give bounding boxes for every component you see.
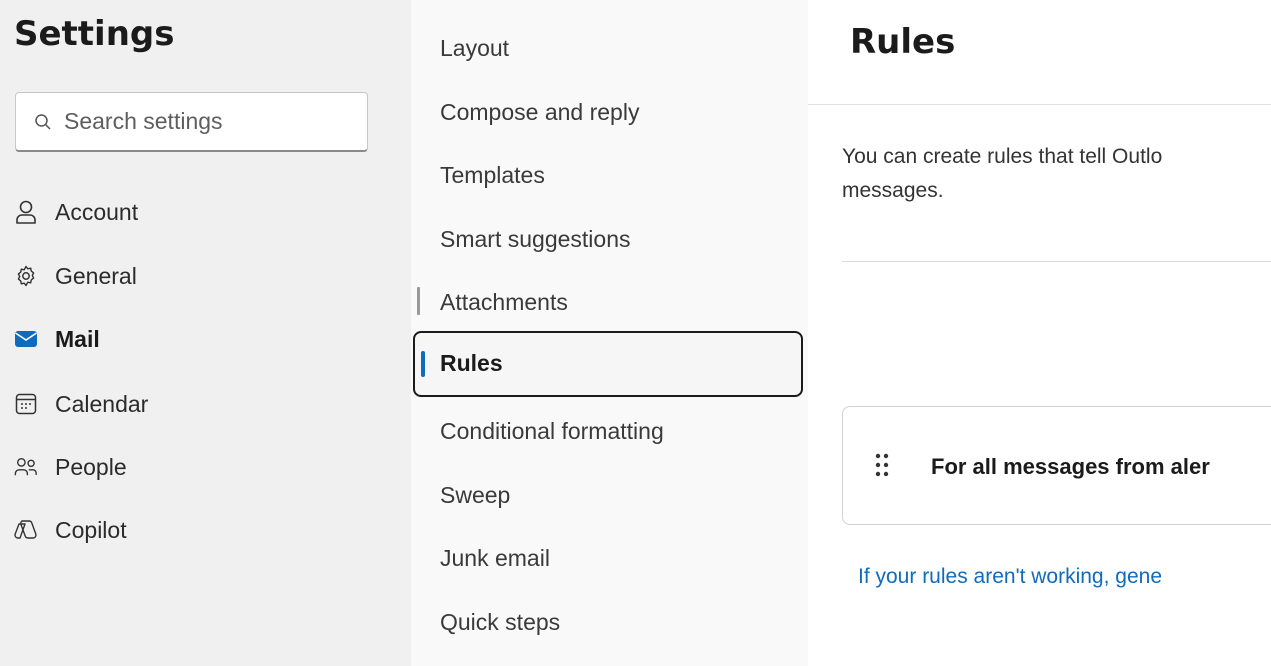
nav-label-general: General (55, 262, 137, 289)
nav-item-account[interactable]: Account (14, 192, 138, 232)
search-box[interactable] (15, 92, 368, 152)
rule-name: For all messages from aler (931, 454, 1210, 479)
subnav-item-smart-suggestions[interactable]: Smart suggestions (440, 222, 630, 256)
nav-item-people[interactable]: People (14, 447, 127, 487)
nav-item-copilot[interactable]: Copilot (14, 510, 127, 550)
subnav-item-attachments[interactable]: Attachments (440, 285, 568, 319)
subnav-item-templates[interactable]: Templates (440, 158, 545, 192)
mail-settings-pane: Layout Compose and reply Templates Smart… (411, 0, 808, 666)
gear-icon (14, 264, 38, 288)
subnav-label-rules: Rules (440, 350, 503, 376)
settings-nav-pane: Settings Account General Mail Calendar (0, 0, 411, 666)
nav-label-people: People (55, 453, 127, 480)
subnav-item-layout[interactable]: Layout (440, 31, 509, 65)
subnav-item-compose-and-reply[interactable]: Compose and reply (440, 95, 639, 129)
rules-content-pane: Rules You can create rules that tell Out… (808, 0, 1271, 666)
nav-label-copilot: Copilot (55, 516, 127, 543)
calendar-icon (14, 392, 38, 416)
subnav-item-junk-email[interactable]: Junk email (440, 541, 550, 575)
nav-item-calendar[interactable]: Calendar (14, 384, 148, 424)
person-icon (14, 200, 38, 224)
search-input[interactable] (62, 107, 346, 136)
search-icon (35, 113, 51, 130)
nav-label-calendar: Calendar (55, 390, 149, 417)
scroll-indicator (417, 287, 420, 315)
mail-icon (14, 327, 38, 351)
rule-card[interactable]: For all messages from aler (842, 406, 1271, 525)
people-icon (14, 455, 38, 479)
nav-label-account: Account (55, 198, 139, 225)
subnav-item-sweep[interactable]: Sweep (440, 478, 510, 512)
selected-indicator (421, 351, 425, 377)
divider (842, 261, 1271, 262)
rules-description: You can create rules that tell Outlo mes… (842, 140, 1271, 208)
nav-item-general[interactable]: General (14, 256, 137, 296)
nav-label-mail: Mail (55, 325, 100, 352)
subnav-item-conditional-formatting[interactable]: Conditional formatting (440, 414, 664, 448)
rules-description-line2: messages. (842, 179, 944, 202)
subnav-item-quick-steps[interactable]: Quick steps (440, 605, 560, 639)
help-link[interactable]: If your rules aren't working, gene (858, 565, 1162, 589)
subnav-item-rules[interactable]: Rules (413, 331, 803, 397)
copilot-icon (14, 518, 38, 542)
nav-item-mail[interactable]: Mail (14, 319, 100, 359)
rules-description-line1: You can create rules that tell Outlo (842, 145, 1163, 168)
divider (808, 104, 1271, 105)
page-title: Rules (850, 22, 956, 62)
drag-handle-icon[interactable] (875, 453, 889, 477)
settings-title: Settings (14, 14, 175, 54)
